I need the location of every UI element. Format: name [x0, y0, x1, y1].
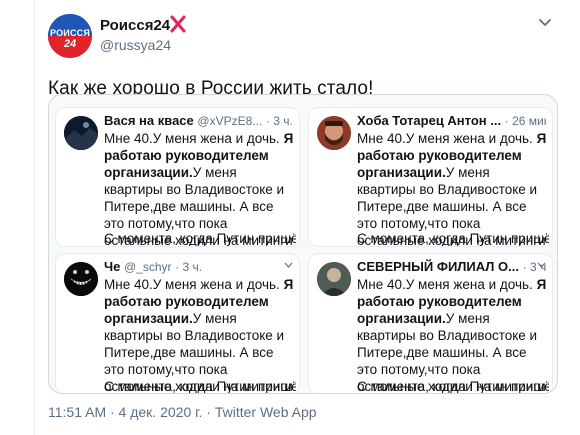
author-handle[interactable]: @russya24: [100, 37, 171, 53]
timeline-divider: [34, 0, 35, 435]
man-portrait-avatar-icon: [317, 262, 351, 296]
card-text: Мне 40.У меня жена и дочь. Я работаю рук…: [357, 276, 549, 393]
card-header: Хоба Тотарец Антон ... · 26 мин.: [357, 113, 546, 129]
card-cut-line: С момента, когда Путин пришёл к: [357, 231, 549, 246]
card-header: Вася на квасе @xVPzE8... · 3 ч.: [104, 113, 293, 129]
card-time: · 3 ч.: [265, 114, 293, 128]
chevron-down-icon[interactable]: [538, 18, 552, 28]
chevron-down-icon: [537, 262, 546, 268]
card-time: · 26 мин.: [504, 114, 546, 128]
screenshot-collage[interactable]: Вася на квасе @xVPzE8... · 3 ч. Мне 40.У…: [48, 94, 558, 394]
card-author-handle: @_schyr: [124, 260, 172, 274]
author-avatar[interactable]: РОИССЯ 24: [48, 14, 92, 58]
card-author-handle: @xVPzE8...: [197, 114, 263, 128]
author-name[interactable]: Роисся24: [100, 17, 170, 34]
chevron-down-icon: [284, 262, 293, 268]
quoted-tweet-card: СЕВЕРНЫЙ ФИЛИАЛ О... · 3 ч. Мне 40.У мен…: [308, 253, 553, 394]
card-header: Че @_schyr · 3 ч.: [104, 259, 293, 275]
tweet-timestamp[interactable]: 11:51 AM · 4 дек. 2020 г. · Twitter Web …: [48, 404, 317, 420]
quoted-tweet-card: Хоба Тотарец Антон ... · 26 мин. Мне 40.…: [308, 107, 553, 247]
avatar-logo-text: РОИССЯ: [49, 28, 91, 38]
cheshire-grin-avatar-icon: [64, 262, 98, 296]
dark-landscape-avatar-icon: [64, 116, 98, 150]
card-text: Мне 40.У меня жена и дочь. Я работаю рук…: [104, 276, 296, 393]
bearded-man-avatar-icon: [317, 116, 351, 150]
card-author-name: Че: [104, 259, 121, 274]
red-cross-icon: [170, 15, 186, 33]
card-cut-line: С момента, когда Путин пришёл к: [104, 379, 296, 394]
card-time: · 3 ч.: [175, 260, 203, 274]
card-header: СЕВЕРНЫЙ ФИЛИАЛ О... · 3 ч.: [357, 259, 546, 275]
card-cut-line: С момента, когда Путин пришёл к: [104, 231, 296, 246]
card-author-name: Вася на квасе: [104, 113, 194, 128]
avatar-logo-number: 24: [63, 38, 77, 50]
card-cut-line: С момента, когда Путин пришёл к: [357, 379, 549, 394]
quoted-tweet-card: Че @_schyr · 3 ч. Мне 40.У меня жена и д…: [55, 253, 300, 394]
tweet: РОИССЯ 24 Роисся24 @russya24 Как же хоро…: [0, 0, 580, 435]
card-author-name: СЕВЕРНЫЙ ФИЛИАЛ О...: [357, 259, 519, 274]
card-author-name: Хоба Тотарец Антон ...: [357, 113, 502, 128]
quoted-tweet-card: Вася на квасе @xVPzE8... · 3 ч. Мне 40.У…: [55, 107, 300, 247]
tweet-media[interactable]: Вася на квасе @xVPzE8... · 3 ч. Мне 40.У…: [48, 94, 558, 394]
